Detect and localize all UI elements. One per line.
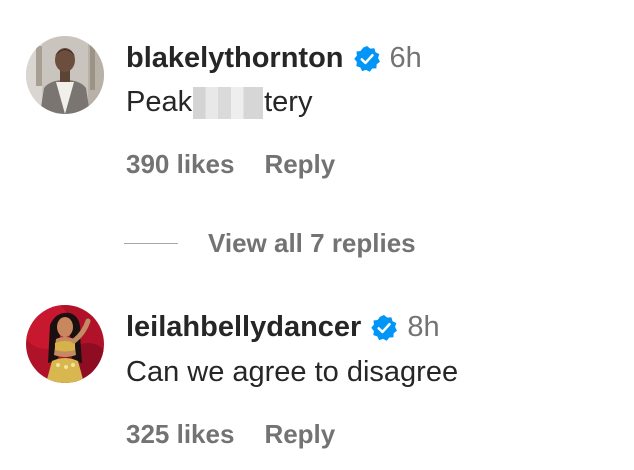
likes-count[interactable]: 325 likes [126,419,234,450]
avatar[interactable] [26,305,104,383]
person-photo-avatar-icon [26,36,104,114]
comment-header: leilahbellydancer 8h [126,311,440,344]
verified-badge-icon [370,314,398,342]
avatar[interactable] [26,36,104,114]
comment-text: Peak tery [126,86,312,119]
divider-line [124,243,178,244]
reply-button[interactable]: Reply [264,149,335,180]
dancer-photo-avatar-icon [26,305,104,383]
reply-button[interactable]: Reply [264,419,335,450]
comment-text: Can we agree to disagree [126,356,458,389]
comment-header: blakelythornton 6h [126,42,422,75]
comment-actions: 325 likes Reply [126,419,335,450]
censor-blur [193,86,264,119]
comment-text-start: Peak [126,86,193,118]
comment-actions: 390 likes Reply [126,149,335,180]
timestamp: 8h [407,311,440,343]
verified-badge-icon [353,45,381,73]
username[interactable]: leilahbellydancer [126,311,361,344]
likes-count[interactable]: 390 likes [126,149,234,180]
view-replies-toggle[interactable]: View all 7 replies [124,228,416,259]
timestamp: 6h [389,42,422,74]
comment-text-end: tery [264,86,313,118]
comment-text-content: Can we agree to disagree [126,356,459,388]
view-replies-label[interactable]: View all 7 replies [208,228,416,259]
username[interactable]: blakelythornton [126,42,344,75]
